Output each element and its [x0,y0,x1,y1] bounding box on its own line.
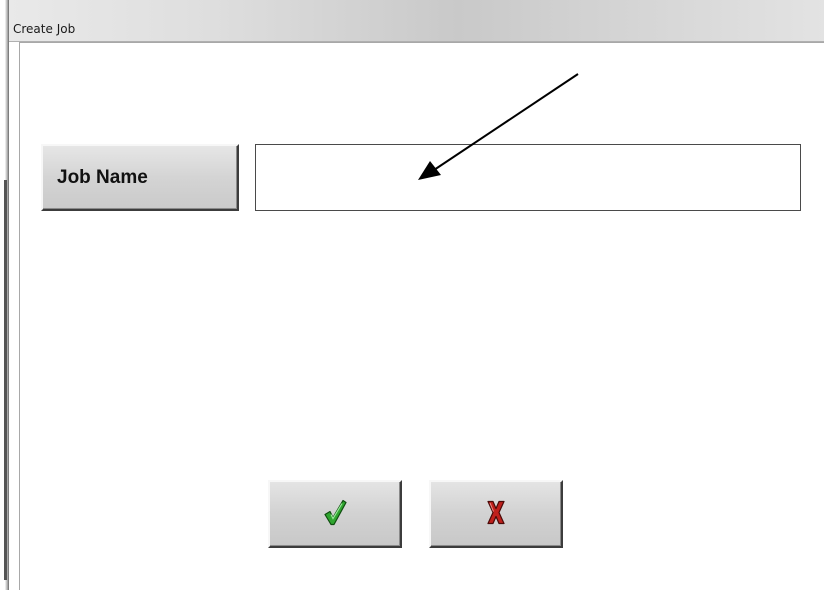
window-edge [0,0,8,590]
job-name-input[interactable] [255,144,801,211]
job-name-label: Job Name [41,144,239,211]
window-title: Create Job [13,22,76,36]
job-name-label-text: Job Name [57,167,148,188]
dialog-body [19,42,824,590]
cancel-button[interactable] [429,480,563,548]
red-x-icon [486,500,506,529]
ok-button[interactable] [268,480,402,548]
checkmark-icon [322,499,348,530]
create-job-window: Create Job [8,0,824,590]
window-edge-shadow [4,180,7,580]
title-bar[interactable]: Create Job [9,0,824,42]
